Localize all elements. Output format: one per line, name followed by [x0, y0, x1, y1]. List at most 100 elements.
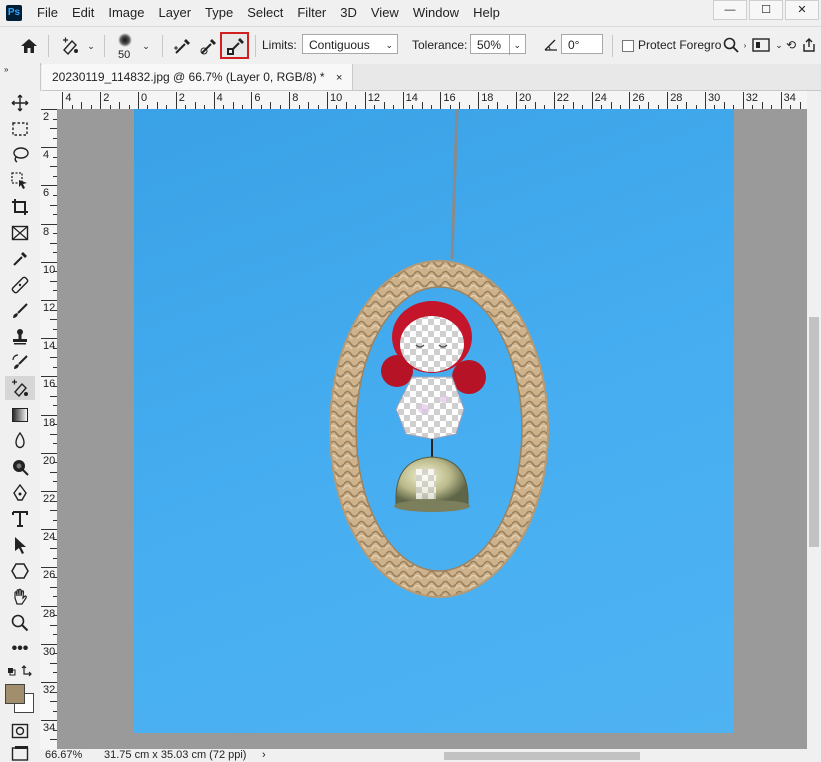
marquee-tool-icon[interactable]	[5, 117, 35, 141]
ruler-minor-tick	[761, 102, 763, 109]
ruler-label: 8	[43, 225, 50, 238]
ruler-minor-tick	[686, 102, 688, 109]
workspace-icon[interactable]	[751, 36, 771, 54]
menu-layer[interactable]: Layer	[152, 0, 199, 26]
menu-3d[interactable]: 3D	[333, 0, 364, 26]
type-tool-icon[interactable]	[5, 507, 35, 531]
limits-chevron-down-icon: ⌄	[385, 40, 393, 50]
zoom-level[interactable]: 66.67%	[45, 749, 82, 762]
menu-image[interactable]: Image	[101, 0, 151, 26]
ruler-major-tick	[41, 491, 57, 492]
ruler-major-tick	[41, 643, 57, 645]
share-icon[interactable]	[799, 36, 819, 54]
sampling-background-swatch-icon[interactable]	[220, 32, 249, 59]
frame-tool-icon[interactable]	[5, 221, 35, 245]
ruler-label: 34	[43, 722, 56, 735]
search-dropdown-icon[interactable]: ›	[741, 36, 749, 54]
menu-window[interactable]: Window	[406, 0, 466, 26]
lasso-tool-icon[interactable]	[5, 143, 35, 167]
chevron-down-icon[interactable]: ⌄	[86, 39, 96, 53]
eyedropper-tool-icon[interactable]	[5, 247, 35, 271]
tools-panel: » •••	[0, 63, 41, 762]
ruler-minor-tick	[53, 290, 57, 292]
blur-tool-icon[interactable]	[5, 429, 35, 453]
ruler-major-tick	[213, 92, 215, 109]
shape-tool-icon[interactable]	[5, 559, 35, 583]
ruler-minor-tick	[53, 519, 57, 521]
status-menu-arrow-icon[interactable]: ›	[262, 749, 266, 762]
sampling-continuous-icon[interactable]	[172, 35, 194, 57]
ruler-label: 32	[43, 684, 56, 696]
ruler-minor-tick	[50, 128, 57, 130]
ruler-label: 32	[745, 92, 759, 104]
document-tab[interactable]: 20230119_114832.jpg @ 66.7% (Layer 0, RG…	[42, 64, 354, 90]
close-tab-icon[interactable]: ×	[336, 72, 342, 84]
angle-input[interactable]: 0°	[561, 34, 603, 54]
foreground-color-swatch[interactable]	[5, 684, 25, 704]
sampling-once-icon[interactable]	[198, 35, 220, 57]
menu-help[interactable]: Help	[466, 0, 507, 26]
menu-type[interactable]: Type	[198, 0, 240, 26]
ruler-label: 12	[43, 302, 56, 314]
maximize-button[interactable]: ☐	[749, 0, 783, 20]
brush-chevron-down-icon[interactable]: ⌄	[141, 39, 151, 53]
ruler-label: 6	[254, 92, 261, 104]
hand-tool-icon[interactable]	[5, 585, 35, 609]
document-workspace[interactable]	[58, 109, 807, 749]
history-brush-tool-icon[interactable]	[5, 351, 35, 375]
tolerance-input[interactable]: 50% ⌄	[470, 34, 526, 55]
more-tools-icon[interactable]: •••	[5, 637, 35, 661]
ruler-minor-tick	[119, 102, 121, 109]
ruler-origin[interactable]	[40, 91, 58, 110]
vertical-scrollbar[interactable]	[807, 91, 821, 749]
menu-edit[interactable]: Edit	[65, 0, 101, 26]
object-selection-tool-icon[interactable]	[5, 169, 35, 193]
clone-stamp-tool-icon[interactable]	[5, 325, 35, 349]
ruler-major-tick	[440, 92, 442, 109]
pen-tool-icon[interactable]	[5, 481, 35, 505]
menu-file[interactable]: File	[30, 0, 65, 26]
zoom-tool-icon[interactable]	[5, 611, 35, 635]
menu-filter[interactable]: Filter	[290, 0, 333, 26]
dodge-tool-icon[interactable]	[5, 455, 35, 479]
ruler-minor-tick	[194, 102, 196, 109]
workspace-chevron-down-icon[interactable]: ⌄	[774, 36, 784, 54]
menu-select[interactable]: Select	[240, 0, 290, 26]
quick-mask-icon[interactable]	[5, 719, 35, 743]
menu-view[interactable]: View	[364, 0, 406, 26]
ruler-minor-tick	[53, 347, 57, 349]
healing-brush-tool-icon[interactable]	[5, 273, 35, 297]
limits-select[interactable]: Contiguous ⌄	[302, 34, 398, 54]
swap-colors-icon[interactable]	[5, 662, 35, 680]
image-canvas[interactable]	[134, 109, 734, 733]
crop-tool-icon[interactable]	[5, 195, 35, 219]
gradient-tool-icon[interactable]	[5, 403, 35, 427]
home-icon[interactable]	[18, 36, 40, 56]
ruler-minor-tick	[50, 739, 57, 741]
background-eraser-tool-icon[interactable]	[5, 376, 35, 400]
path-selection-tool-icon[interactable]	[5, 533, 35, 557]
brush-tip-icon[interactable]	[116, 31, 134, 49]
extras-icon[interactable]: ⟲	[786, 36, 796, 54]
ruler-major-tick	[478, 92, 480, 109]
collapse-panel-icon[interactable]: »	[4, 65, 8, 74]
minimize-button[interactable]: —	[713, 0, 747, 20]
protect-foreground-checkbox[interactable]	[622, 40, 634, 52]
ruler-major-tick	[591, 92, 593, 109]
background-eraser-preset-icon[interactable]	[58, 35, 84, 57]
ruler-label: 16	[43, 378, 56, 391]
brush-tool-icon[interactable]	[5, 299, 35, 323]
ruler-label: 26	[632, 92, 645, 104]
ruler-major-tick	[553, 92, 555, 109]
ruler-label: 2	[103, 92, 110, 104]
vertical-scrollbar-thumb[interactable]	[809, 317, 819, 547]
search-icon[interactable]	[722, 36, 740, 54]
screen-mode-icon[interactable]	[5, 745, 35, 761]
ruler-minor-tick	[53, 596, 57, 598]
ruler-label: 34	[783, 92, 796, 104]
move-tool-icon[interactable]	[5, 91, 35, 115]
vertical-ruler[interactable]: 2 4 6 8 10 12 14 16 18 20 22 24 26 28 30 32 34	[40, 109, 58, 749]
close-button[interactable]: ✕	[785, 0, 819, 20]
horizontal-ruler[interactable]: 4 2 0 2 4 6 8 10 12 14 16 18 20 22 24 26 28 30 32 34	[57, 91, 807, 110]
horizontal-scrollbar-thumb[interactable]	[444, 752, 640, 760]
